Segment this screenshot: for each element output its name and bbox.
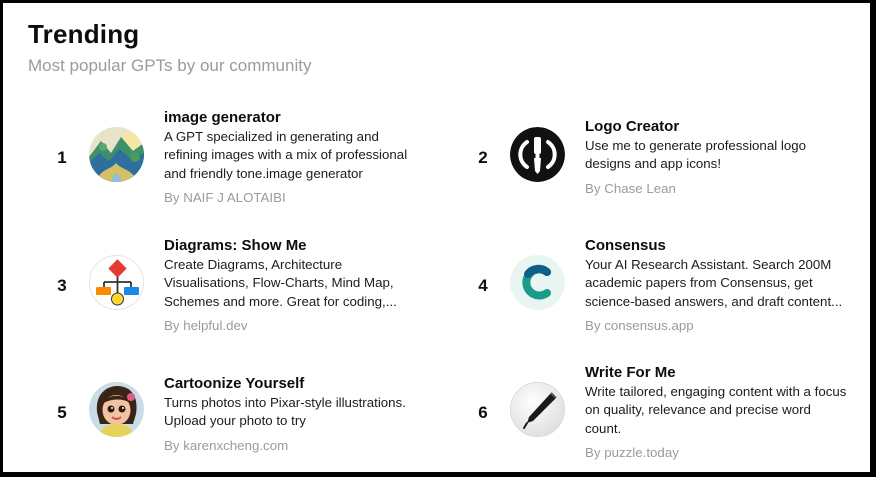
card-text: Write For Me Write tailored, engaging co… — [585, 364, 847, 462]
card-text: Diagrams: Show Me Create Diagrams, Archi… — [164, 237, 426, 335]
gpt-author: By puzzle.today — [585, 444, 679, 460]
rank-number: 5 — [57, 403, 67, 422]
rank-number: 1 — [57, 148, 67, 167]
gpt-name: Diagrams: Show Me — [164, 237, 307, 254]
gpt-name: Consensus — [585, 237, 666, 254]
gpt-description: Create Diagrams, Architecture Visualisat… — [164, 257, 397, 309]
gpt-description: A GPT specialized in generating and refi… — [164, 129, 408, 181]
cartoon-girl-icon — [89, 382, 144, 437]
gpt-card-image-generator[interactable]: 1 image generator A GPT specialized in g… — [47, 103, 447, 213]
gpt-name: image generator — [164, 109, 281, 126]
rank-number: 3 — [57, 276, 67, 295]
card-text: Cartoonize Yourself Turns photos into Pi… — [164, 375, 426, 455]
card-text: Consensus Your AI Research Assistant. Se… — [585, 237, 847, 335]
gpt-card-diagrams-show-me[interactable]: 3 Diagrams: Show Me Create Diagrams, Arc… — [47, 231, 447, 341]
section-subtitle: Most popular GPTs by our community — [28, 56, 312, 75]
gpt-card-logo-creator[interactable]: 2 Logo Creator Use me to generate profes… — [468, 103, 868, 213]
rank-number: 6 — [478, 403, 488, 422]
gpt-description: Use me to generate professional logo des… — [585, 138, 807, 172]
gpt-name: Cartoonize Yourself — [164, 375, 305, 392]
landscape-painting-icon — [89, 127, 144, 182]
gpt-author: By NAIF J ALOTAIBI — [164, 189, 286, 205]
paintbrush-logo-icon — [510, 127, 565, 182]
section-title: Trending — [28, 19, 140, 49]
gpt-name: Logo Creator — [585, 118, 680, 135]
gpt-name: Write For Me — [585, 364, 676, 381]
trending-section: Trending Most popular GPTs by our commun… — [3, 3, 870, 472]
gpt-description: Your AI Research Assistant. Search 200M … — [585, 257, 843, 309]
flowchart-icon — [89, 255, 144, 310]
gpt-description: Turns photos into Pixar-style illustrati… — [164, 395, 406, 429]
consensus-c-icon — [510, 255, 565, 310]
gpt-author: By consensus.app — [585, 317, 694, 333]
gpt-card-consensus[interactable]: 4 Consensus Your AI Research Assistant. … — [468, 231, 868, 341]
card-text: image generator A GPT specialized in gen… — [164, 109, 426, 207]
card-text: Logo Creator Use me to generate professi… — [585, 118, 847, 198]
gpt-description: Write tailored, engaging content with a … — [585, 384, 847, 436]
gpt-author: By Chase Lean — [585, 180, 676, 196]
pen-nib-icon — [510, 382, 565, 437]
gpt-card-write-for-me[interactable]: 6 Write For Me Write tailored, engaging … — [468, 358, 868, 468]
rank-number: 2 — [478, 148, 488, 167]
gpt-author: By helpful.dev — [164, 317, 248, 333]
gpt-author: By karenxcheng.com — [164, 437, 289, 453]
gpt-card-cartoonize-yourself[interactable]: 5 Cartoonize Yourself Turns photos into … — [47, 358, 447, 468]
rank-number: 4 — [478, 276, 488, 295]
